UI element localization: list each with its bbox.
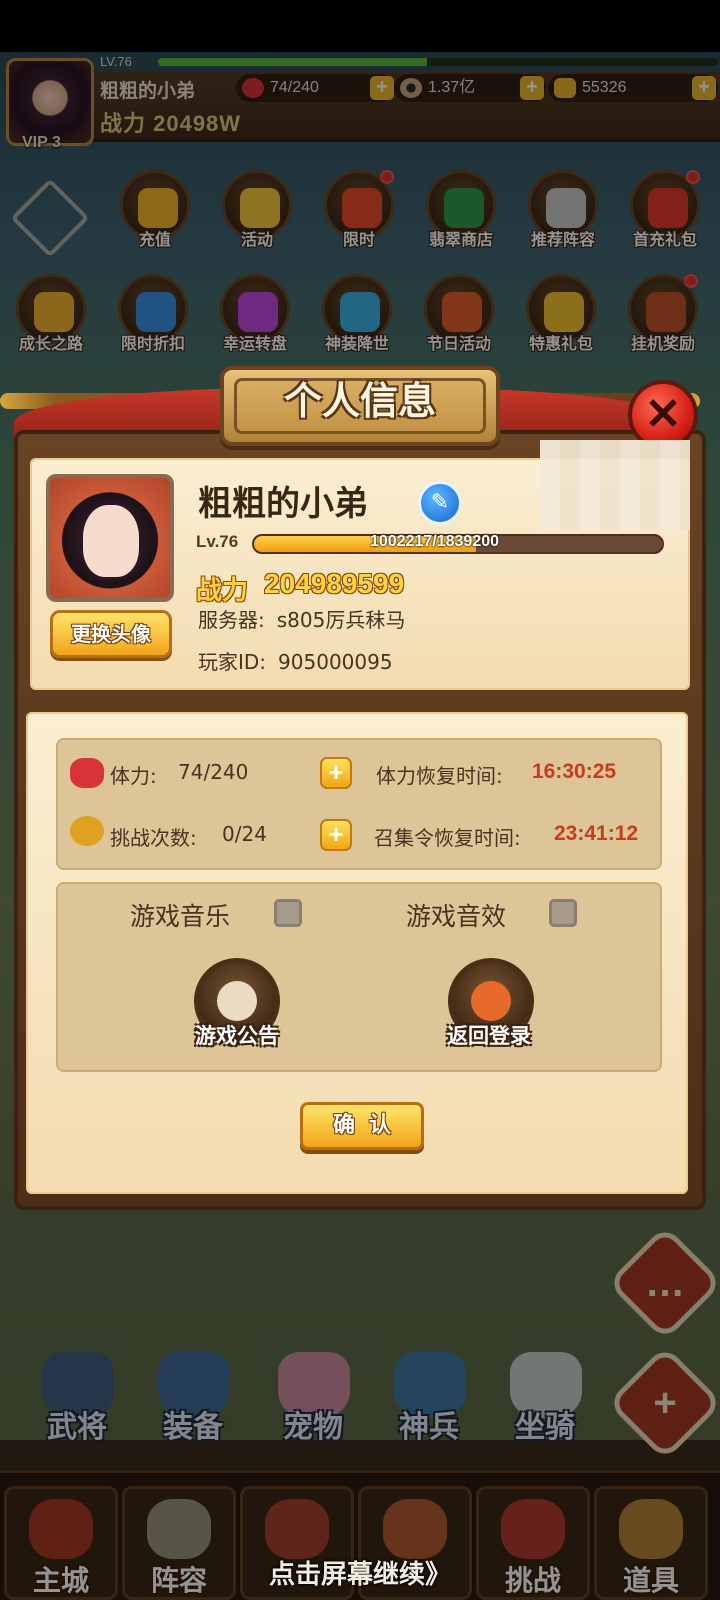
avatar-face <box>80 502 142 580</box>
music-label: 游戏音乐 <box>130 902 231 931</box>
player-id-info: 玩家ID: 905000095 <box>198 646 393 675</box>
player-level: Lv.76 <box>196 532 239 551</box>
server-value: s805厉兵秣马 <box>276 608 406 632</box>
game-screen[interactable]: VIP 3 LV.76 粗粗的小弟 战力 20498W 74/240 + 1.3… <box>0 0 720 1600</box>
player-id-value: 905000095 <box>278 650 393 674</box>
add-stamina-dialog-button[interactable]: + <box>320 757 352 789</box>
close-icon: ✕ <box>644 390 682 439</box>
power-value: 204989599 <box>264 568 405 599</box>
add-challenge-button[interactable]: + <box>320 819 352 851</box>
confirm-button[interactable]: 确认 <box>300 1102 424 1150</box>
challenge-label: 挑战次数: <box>110 826 197 850</box>
dialog-title-plate: 个人信息 <box>220 366 500 446</box>
game-notice-label: 游戏公告 <box>195 1024 279 1048</box>
tap-to-continue[interactable]: 点击屏幕继续》 <box>0 1554 720 1591</box>
stamina-recover-label: 体力恢复时间: <box>376 764 503 788</box>
summon-recover-time: 23:41:12 <box>554 822 639 845</box>
challenge-badge-icon <box>70 816 104 846</box>
stamina-label: 体力: <box>110 764 157 788</box>
player-name: 粗粗的小弟 <box>198 484 368 524</box>
player-id-label: 玩家ID: <box>198 650 267 674</box>
stamina-recover-time: 16:30:25 <box>532 760 617 783</box>
summon-recover-label: 召集令恢复时间: <box>374 826 521 850</box>
stamina-value: 74/240 <box>178 760 249 784</box>
dialog-title: 个人信息 <box>283 379 436 423</box>
return-login-label: 返回登录 <box>447 1024 531 1048</box>
status-bar <box>0 0 720 52</box>
stamina-hearts-icon <box>70 758 104 788</box>
power-label: 战力 <box>196 576 249 606</box>
challenge-value: 0/24 <box>222 822 267 846</box>
exp-text: 1002217/1839200 <box>370 533 500 550</box>
music-checkbox[interactable] <box>274 899 302 927</box>
sound-label: 游戏音效 <box>406 902 507 931</box>
edit-name-icon[interactable]: ✎ <box>418 481 462 525</box>
server-info: 服务器: s805厉兵秣马 <box>198 604 405 633</box>
sound-checkbox[interactable] <box>549 899 577 927</box>
pixelated-overlay <box>540 440 690 530</box>
server-label: 服务器: <box>198 608 265 632</box>
change-avatar-button[interactable]: 更换头像 <box>50 610 172 658</box>
return-arrow-icon <box>471 981 511 1021</box>
scroll-icon <box>217 981 257 1021</box>
player-avatar <box>46 474 174 602</box>
